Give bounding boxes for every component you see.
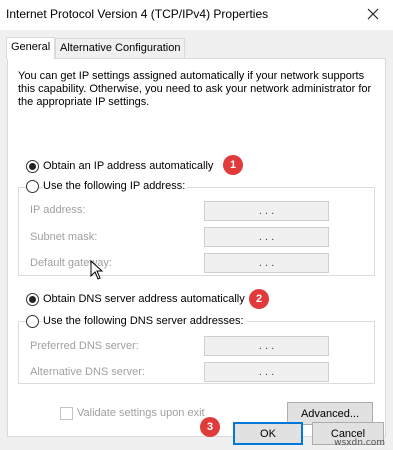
watermark: wsxdn.com xyxy=(334,438,385,448)
default-gateway-input[interactable]: . . . xyxy=(204,253,329,273)
ok-button[interactable]: OK xyxy=(233,422,303,445)
dialog-body: General Alternative Configuration You ca… xyxy=(0,30,393,450)
use-following-ip-label[interactable]: Use the following IP address: xyxy=(43,180,188,192)
subnet-mask-input[interactable]: . . . xyxy=(204,227,329,247)
validate-label: Validate settings upon exit xyxy=(77,407,205,419)
alternative-dns-label: Alternative DNS server: xyxy=(30,366,145,378)
title-bar: Internet Protocol Version 4 (TCP/IPv4) P… xyxy=(0,0,393,30)
ip-address-input[interactable]: . . . xyxy=(204,201,329,221)
validate-checkbox[interactable] xyxy=(60,407,73,420)
obtain-ip-auto-label[interactable]: Obtain an IP address automatically xyxy=(43,160,213,172)
use-following-dns-label[interactable]: Use the following DNS server addresses: xyxy=(43,315,246,327)
radio-obtain-ip-auto[interactable] xyxy=(26,160,39,173)
window-title: Internet Protocol Version 4 (TCP/IPv4) P… xyxy=(6,7,269,21)
alternative-dns-input[interactable]: . . . xyxy=(204,362,329,382)
ip-address-label: IP address: xyxy=(30,204,86,216)
mouse-cursor-icon xyxy=(90,260,104,280)
tab-alternative-configuration[interactable]: Alternative Configuration xyxy=(55,38,186,58)
description-text: You can get IP settings assigned automat… xyxy=(18,70,372,108)
step-badge-1: 1 xyxy=(223,155,243,175)
preferred-dns-input[interactable]: . . . xyxy=(204,336,329,356)
step-badge-3: 3 xyxy=(200,417,220,437)
step-badge-2: 2 xyxy=(249,289,269,309)
subnet-mask-label: Subnet mask: xyxy=(30,231,98,243)
tab-general[interactable]: General xyxy=(6,37,56,59)
general-panel: You can get IP settings assigned automat… xyxy=(7,58,386,437)
obtain-dns-auto-label[interactable]: Obtain DNS server address automatically xyxy=(43,293,245,305)
preferred-dns-label: Preferred DNS server: xyxy=(30,340,139,352)
radio-use-following-ip[interactable] xyxy=(26,180,39,193)
close-icon[interactable] xyxy=(359,2,387,26)
radio-obtain-dns-auto[interactable] xyxy=(26,293,39,306)
radio-use-following-dns[interactable] xyxy=(26,315,39,328)
